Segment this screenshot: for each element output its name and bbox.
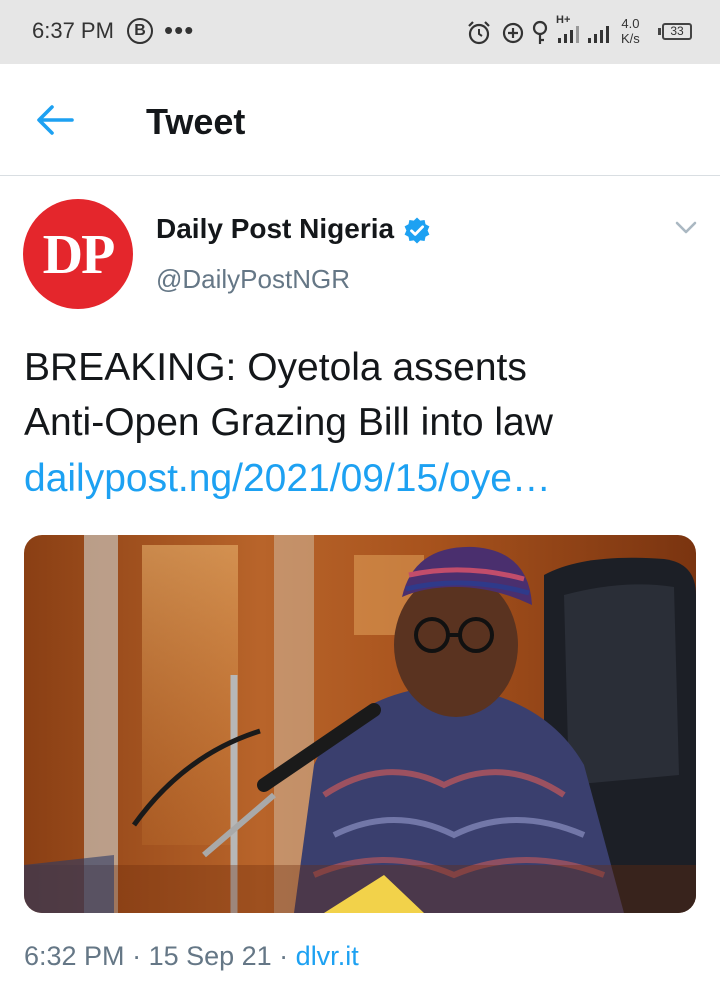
signal-icon-1: [558, 26, 579, 43]
b-badge-icon: B: [127, 18, 153, 44]
tweet-media-image[interactable]: [24, 535, 696, 913]
tweet-text: BREAKING: Oyetola assents Anti-Open Graz…: [24, 340, 704, 450]
tweet-time: 6:32 PM: [24, 941, 125, 971]
speed-value: 4.0: [621, 16, 640, 31]
tweet-meta: 6:32 PM · 15 Sep 21 · dlvr.it: [24, 941, 359, 972]
arrow-left-icon[interactable]: [34, 102, 76, 138]
display-name[interactable]: Daily Post Nigeria: [156, 213, 394, 245]
avatar[interactable]: DP: [23, 199, 133, 309]
data-saver-icon: [502, 22, 524, 44]
avatar-logo-text: DP: [42, 224, 116, 286]
network-type-label: H+: [556, 14, 571, 26]
app-header: Tweet: [0, 64, 720, 176]
tweet-link[interactable]: dailypost.ng/2021/09/15/oye…: [24, 451, 551, 506]
status-time: 6:37 PM: [32, 18, 114, 43]
page-title: Tweet: [146, 101, 246, 142]
location-key-icon: [532, 20, 548, 44]
chevron-down-icon[interactable]: [674, 220, 698, 236]
status-bar: 6:37 PM B ••• H+ 4.0 K/s 33: [0, 0, 720, 64]
meta-separator: ·: [124, 941, 149, 971]
tweet-source-link[interactable]: dlvr.it: [296, 941, 359, 971]
tweet-date: 15 Sep 21: [148, 941, 272, 971]
tweet-text-line: BREAKING: Oyetola assents: [24, 346, 527, 389]
tweet-text-line: Anti-Open Grazing Bill into law: [24, 401, 553, 444]
verified-badge-icon: [404, 217, 430, 244]
speed-unit: K/s: [621, 31, 640, 46]
meta-separator: ·: [271, 941, 296, 971]
battery-icon: 33: [658, 23, 692, 40]
media-illustration: [24, 535, 696, 913]
alarm-icon: [468, 21, 490, 45]
network-speed: 4.0 K/s: [621, 16, 640, 46]
signal-icon-2: [588, 26, 609, 43]
more-notifications-icon: •••: [164, 15, 195, 45]
user-handle[interactable]: @DailyPostNGR: [156, 264, 350, 295]
status-icons: H+ 4.0 K/s 33: [466, 14, 706, 48]
